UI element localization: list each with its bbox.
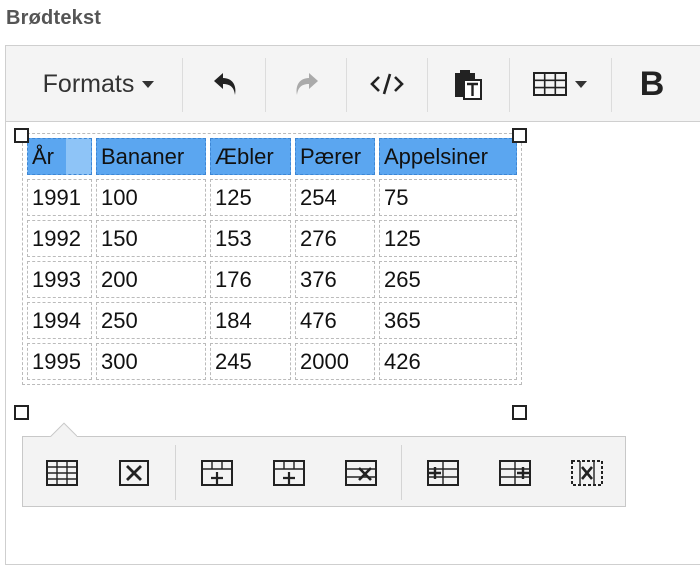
chevron-down-icon: [142, 80, 155, 88]
table-cell[interactable]: 1992: [27, 220, 92, 257]
toolbar-divider: [182, 58, 183, 112]
table-cell[interactable]: 176: [210, 261, 291, 298]
table-header-cell[interactable]: Æbler: [210, 138, 291, 175]
table-cell[interactable]: 1995: [27, 343, 92, 380]
table-header-cell[interactable]: Appelsiner: [379, 138, 517, 175]
table-properties-button[interactable]: [35, 437, 89, 508]
table-icon: [533, 72, 567, 96]
table-dropdown[interactable]: [510, 46, 610, 122]
delete-row-button[interactable]: [334, 437, 388, 508]
table-cell[interactable]: 153: [210, 220, 291, 257]
table-cell[interactable]: 200: [96, 261, 206, 298]
source-code-button[interactable]: [347, 46, 427, 122]
formats-dropdown[interactable]: Formats: [16, 46, 181, 122]
table-cell[interactable]: 125: [379, 220, 517, 257]
delete-table-icon: [119, 459, 149, 486]
insert-column-before-icon: [427, 459, 459, 486]
delete-row-icon: [345, 459, 377, 486]
resize-handle-top-right[interactable]: [512, 128, 527, 143]
editor-toolbar: Formats B: [6, 46, 700, 122]
insert-row-after-icon: [273, 459, 305, 486]
toolbar-divider: [401, 445, 402, 500]
chevron-down-icon: [575, 80, 587, 88]
insert-row-before-icon: [201, 459, 233, 486]
table-cell[interactable]: 254: [295, 179, 375, 216]
redo-button[interactable]: [266, 46, 346, 122]
table-cell[interactable]: 476: [295, 302, 375, 339]
table-properties-icon: [46, 459, 78, 486]
delete-column-button[interactable]: [560, 437, 614, 508]
data-table[interactable]: År Bananer Æbler Pærer Appelsiner 1991 1…: [22, 133, 522, 385]
table-header-row: År Bananer Æbler Pærer Appelsiner: [27, 138, 517, 175]
insert-column-after-button[interactable]: [488, 437, 542, 508]
table-row: 1992 150 153 276 125: [27, 220, 517, 257]
insert-row-before-button[interactable]: [190, 437, 244, 508]
table-cell[interactable]: 1991: [27, 179, 92, 216]
delete-table-button[interactable]: [107, 437, 161, 508]
bold-icon: B: [639, 64, 665, 103]
table-cell[interactable]: 276: [295, 220, 375, 257]
table-row: 1993 200 176 376 265: [27, 261, 517, 298]
table-cell[interactable]: 1994: [27, 302, 92, 339]
table-cell[interactable]: 245: [210, 343, 291, 380]
resize-handle-bottom-left[interactable]: [14, 405, 29, 420]
undo-icon: [214, 73, 236, 95]
table-header-cell[interactable]: Pærer: [295, 138, 375, 175]
table-cell[interactable]: 265: [379, 261, 517, 298]
context-toolbar-pointer: [49, 422, 77, 437]
redo-icon: [296, 73, 318, 95]
paste-as-text-button[interactable]: [428, 46, 508, 122]
table-cell[interactable]: 250: [96, 302, 206, 339]
toolbar-divider: [175, 445, 176, 500]
table-row: 1994 250 184 476 365: [27, 302, 517, 339]
table-cell[interactable]: 75: [379, 179, 517, 216]
table-cell[interactable]: 365: [379, 302, 517, 339]
undo-button[interactable]: [186, 46, 266, 122]
table-cell[interactable]: 184: [210, 302, 291, 339]
bold-button[interactable]: B: [612, 46, 692, 122]
source-code-icon: [370, 73, 404, 95]
insert-column-after-icon: [499, 459, 531, 486]
table-cell[interactable]: 376: [295, 261, 375, 298]
table-cell[interactable]: 2000: [295, 343, 375, 380]
resize-handle-bottom-right[interactable]: [512, 405, 527, 420]
paste-as-text-icon: [455, 70, 482, 100]
insert-row-after-button[interactable]: [262, 437, 316, 508]
field-label: Brødtekst: [6, 7, 102, 29]
table-context-toolbar: [22, 436, 626, 507]
delete-column-icon: [571, 459, 603, 486]
insert-column-before-button[interactable]: [416, 437, 470, 508]
resize-handle-top-left[interactable]: [14, 128, 29, 143]
table-row: 1991 100 125 254 75: [27, 179, 517, 216]
table-cell[interactable]: 1993: [27, 261, 92, 298]
table-cell[interactable]: 150: [96, 220, 206, 257]
table-row: 1995 300 245 2000 426: [27, 343, 517, 380]
table-cell[interactable]: 426: [379, 343, 517, 380]
table-header-cell[interactable]: Bananer: [96, 138, 206, 175]
table-container[interactable]: År Bananer Æbler Pærer Appelsiner 1991 1…: [22, 133, 522, 385]
table-header-cell[interactable]: År: [27, 138, 92, 175]
table-cell[interactable]: 125: [210, 179, 291, 216]
formats-label: Formats: [42, 69, 135, 98]
table-cell[interactable]: 100: [96, 179, 206, 216]
table-cell[interactable]: 300: [96, 343, 206, 380]
